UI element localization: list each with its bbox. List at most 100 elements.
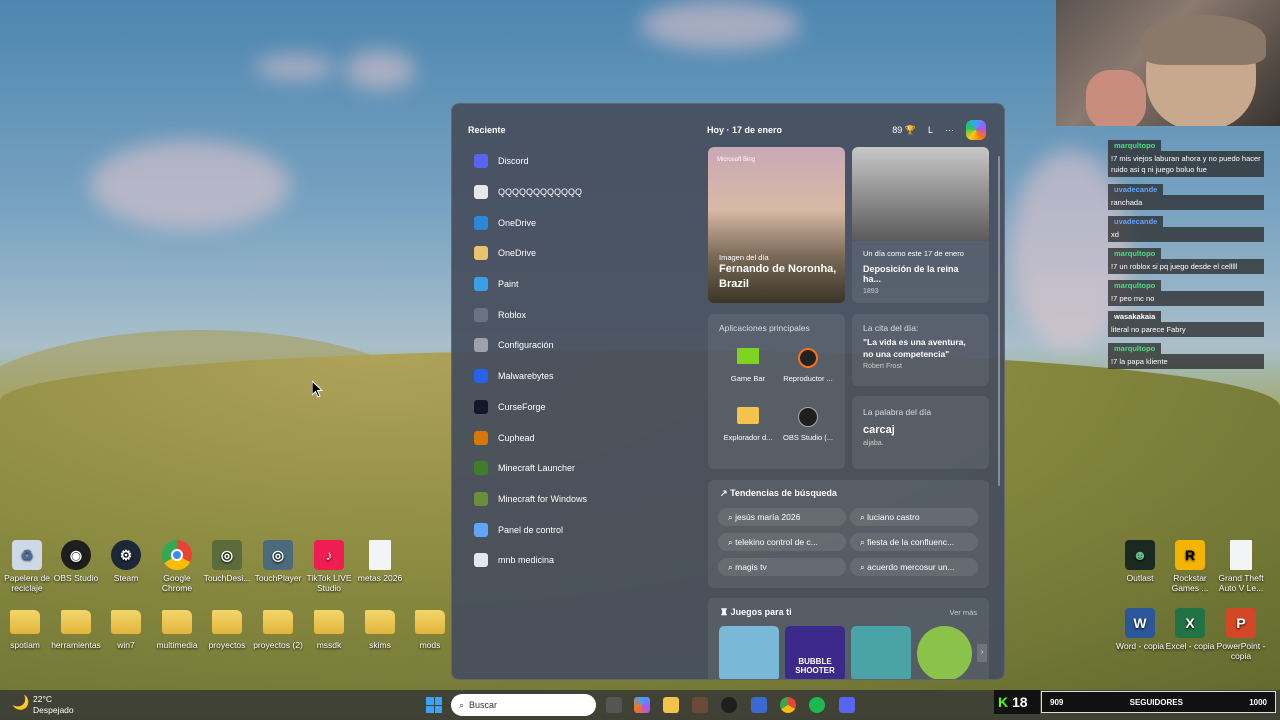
game-thumbnail[interactable] bbox=[851, 626, 911, 679]
folder-icon[interactable]: skims bbox=[353, 606, 407, 650]
taskbar-search[interactable]: ⌕ Buscar bbox=[451, 694, 596, 716]
discord-icon[interactable] bbox=[839, 697, 855, 713]
obs-icon[interactable] bbox=[721, 697, 737, 713]
game-icon[interactable] bbox=[692, 697, 708, 713]
game-thumbnail[interactable] bbox=[917, 626, 972, 679]
control-panel-icon bbox=[474, 522, 488, 537]
windows-start-icon[interactable] bbox=[426, 697, 442, 713]
folder-icon[interactable]: herramientas bbox=[49, 606, 103, 650]
scrollbar[interactable] bbox=[998, 156, 1000, 486]
trend-chip[interactable]: ⌕ acuerdo mercosur un... bbox=[850, 558, 978, 576]
folder-icon[interactable]: multimedia bbox=[150, 606, 204, 650]
folder-icon[interactable]: win7 bbox=[99, 606, 153, 650]
folder-icon[interactable]: mssdk bbox=[302, 606, 356, 650]
quote-card[interactable]: La cita del día: "La vida es una aventur… bbox=[852, 314, 989, 386]
file-icon[interactable]: Grand Theft Auto V Le... bbox=[1214, 540, 1268, 593]
app-gamebar[interactable]: Game Bar bbox=[718, 348, 778, 383]
roblox-icon bbox=[474, 307, 488, 322]
recent-item[interactable]: mnb medicina bbox=[474, 545, 684, 576]
game-thumbnail[interactable] bbox=[719, 626, 779, 679]
recent-item[interactable]: Discord bbox=[474, 146, 684, 177]
tiktok-icon[interactable]: ♪ TikTok LIVE Studio bbox=[302, 540, 356, 593]
copilot-icon[interactable] bbox=[966, 120, 986, 140]
outlast-icon[interactable]: ☻ Outlast bbox=[1113, 540, 1167, 583]
word-of-day-card[interactable]: La palabra del día carcaj aljaba. bbox=[852, 396, 989, 469]
minecraft-icon bbox=[474, 461, 488, 476]
app-obs[interactable]: OBS Studio (... bbox=[778, 407, 838, 442]
copilot-icon[interactable] bbox=[634, 697, 650, 713]
recent-item[interactable]: Paint bbox=[474, 269, 684, 300]
rewards-points[interactable]: 89 🏆 bbox=[892, 125, 916, 136]
chat-message: uvadecande xd bbox=[1108, 216, 1264, 242]
recent-item[interactable]: OneDrive bbox=[474, 207, 684, 238]
powerpoint-icon[interactable]: P PowerPoint - copia bbox=[1214, 608, 1268, 661]
recent-item[interactable]: QQQQQQQQQQQQ bbox=[474, 177, 684, 208]
folder-icon[interactable]: proyectos bbox=[200, 606, 254, 650]
see-more-link[interactable]: Ver más bbox=[949, 608, 977, 617]
chrome-icon[interactable] bbox=[780, 697, 796, 713]
trend-chip[interactable]: ⌕ telekino control de c... bbox=[718, 533, 846, 551]
trend-chip[interactable]: ⌕ jesús maría 2026 bbox=[718, 508, 846, 526]
cloud bbox=[90, 140, 290, 230]
beanie bbox=[1141, 15, 1266, 65]
history-photo bbox=[852, 147, 989, 241]
chat-message: uvadecande ranchada bbox=[1108, 184, 1264, 210]
cloud bbox=[345, 50, 415, 90]
recent-item[interactable]: Malwarebytes bbox=[474, 361, 684, 392]
trend-chip[interactable]: ⌕ fiesta de la confluenc... bbox=[850, 533, 978, 551]
touchdesigner-icon[interactable]: ◎ TouchDesi... bbox=[200, 540, 254, 583]
obs-icon[interactable]: ◉ OBS Studio bbox=[49, 540, 103, 583]
steam-icon[interactable]: ⚙ Steam bbox=[99, 540, 153, 583]
recent-item[interactable]: Configuración bbox=[474, 330, 684, 361]
gear-icon bbox=[474, 338, 488, 353]
excel-icon[interactable]: X Excel - copia bbox=[1163, 608, 1217, 651]
recycle-bin-icon[interactable]: ♻ Papelera de reciclaje bbox=[0, 540, 54, 593]
task-view-icon[interactable] bbox=[606, 697, 622, 713]
gamebar-icon bbox=[737, 348, 759, 364]
recent-item[interactable]: Cuphead bbox=[474, 422, 684, 453]
app-icon[interactable] bbox=[751, 697, 767, 713]
app-media-player[interactable]: Reproductor ... bbox=[778, 348, 838, 383]
media-player-icon bbox=[798, 348, 818, 368]
trend-chip[interactable]: ⌕ luciano castro bbox=[850, 508, 978, 526]
kick-logo-icon: K bbox=[998, 694, 1009, 710]
rockstar-icon[interactable]: R Rockstar Games ... bbox=[1163, 540, 1217, 593]
file-explorer-icon[interactable] bbox=[663, 697, 679, 713]
user-avatar[interactable]: L bbox=[928, 125, 933, 135]
trend-chip[interactable]: ⌕ magis tv bbox=[718, 558, 846, 576]
word-icon[interactable]: W Word - copia bbox=[1113, 608, 1167, 651]
file-icon[interactable]: metas 2026 bbox=[353, 540, 407, 583]
recent-item-label: QQQQQQQQQQQQ bbox=[498, 187, 583, 198]
image-of-day-card[interactable]: Microsoft Bing Imagen del día Fernando d… bbox=[708, 147, 845, 303]
game-thumbnail[interactable]: BUBBLE SHOOTER bbox=[785, 626, 845, 679]
recent-item[interactable]: Panel de control bbox=[474, 514, 684, 545]
recent-item[interactable]: OneDrive bbox=[474, 238, 684, 269]
chat-message: marqultopo !7 peo mc no bbox=[1108, 280, 1264, 306]
recent-item[interactable]: Minecraft Launcher bbox=[474, 453, 684, 484]
chrome-icon[interactable]: Google Chrome bbox=[150, 540, 204, 593]
folder-icon[interactable]: mods bbox=[403, 606, 457, 650]
search-icon: ⌕ bbox=[860, 536, 868, 547]
pillow bbox=[1086, 70, 1146, 126]
recent-item-label: Panel de control bbox=[498, 524, 564, 535]
onedrive-folder-icon bbox=[474, 246, 488, 261]
folder-icon[interactable]: proyectos (2) bbox=[251, 606, 305, 650]
weather-widget[interactable]: 22°C Despejado bbox=[33, 694, 74, 716]
recent-item-label: Configuración bbox=[498, 340, 554, 351]
history-card[interactable]: Un día como este 17 de enero Deposición … bbox=[852, 147, 989, 303]
more-options-button[interactable]: ··· bbox=[945, 125, 954, 135]
word-of-day-text: La palabra del día carcaj aljaba. bbox=[863, 407, 932, 447]
discord-icon bbox=[474, 154, 488, 169]
folder-icon[interactable]: spotiam bbox=[0, 606, 52, 650]
recent-item[interactable]: Roblox bbox=[474, 299, 684, 330]
search-icon: ⌕ bbox=[728, 561, 736, 572]
chevron-right-icon[interactable]: › bbox=[977, 644, 987, 662]
recent-item[interactable]: CurseForge bbox=[474, 392, 684, 423]
app-file-explorer[interactable]: Explorador d... bbox=[718, 407, 778, 442]
trend-arrow-icon: ↗ bbox=[720, 488, 728, 498]
cloud bbox=[640, 0, 800, 50]
spotify-icon[interactable] bbox=[809, 697, 825, 713]
touchplayer-icon[interactable]: ◎ TouchPlayer bbox=[251, 540, 305, 583]
recent-item[interactable]: Minecraft for Windows bbox=[474, 484, 684, 515]
webcam-overlay bbox=[1056, 0, 1280, 126]
